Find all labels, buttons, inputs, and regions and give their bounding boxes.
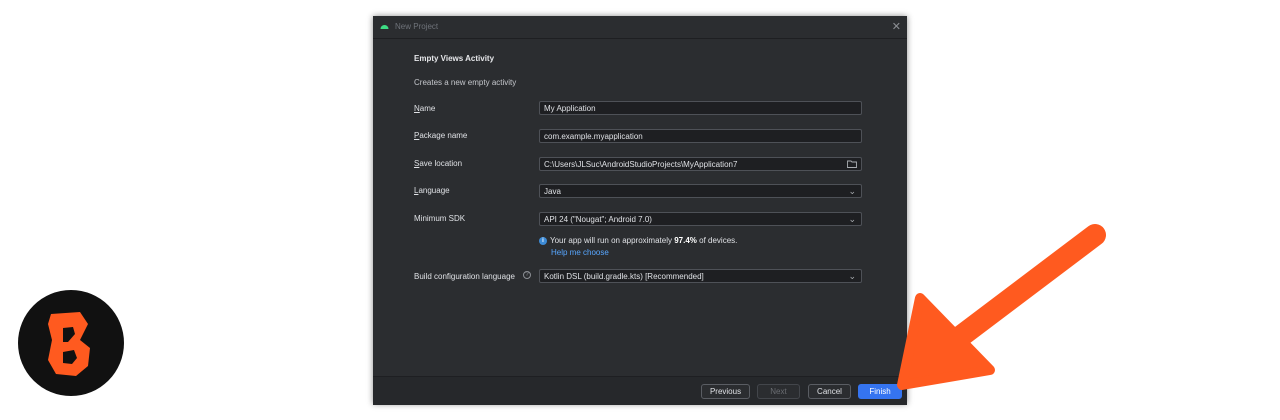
android-studio-icon [380, 25, 389, 29]
build-config-select[interactable]: Kotlin DSL (build.gradle.kts) [Recommend… [539, 269, 862, 283]
dialog-titlebar: New Project ✕ [373, 16, 907, 39]
previous-button[interactable]: Previous [701, 384, 750, 399]
package-name-field[interactable]: com.example.myapplication [539, 129, 862, 143]
chevron-down-icon: ⌄ [848, 271, 856, 281]
name-label: Name [414, 104, 436, 113]
chevron-down-icon: ⌄ [848, 214, 856, 224]
next-button[interactable]: Next [757, 384, 800, 399]
template-description: Creates a new empty activity [414, 78, 517, 87]
new-project-dialog: New Project ✕ Empty Views Activity Creat… [373, 16, 907, 405]
save-location-field[interactable]: C:\Users\JLSuc\AndroidStudioProjects\MyA… [539, 157, 862, 171]
language-select[interactable]: Java ⌄ [539, 184, 862, 198]
annotation-arrow-icon [897, 224, 1106, 390]
info-icon: i [539, 237, 547, 245]
name-field[interactable]: My Application [539, 101, 862, 115]
package-name-label: Package name [414, 131, 468, 140]
logo-b-icon [48, 312, 90, 376]
minimum-sdk-label: Minimum SDK [414, 214, 466, 223]
help-question-icon[interactable]: ? [523, 271, 531, 279]
language-label: Language [414, 186, 450, 195]
dialog-title: New Project [395, 22, 439, 31]
build-config-label: Build configuration language [414, 272, 515, 281]
brand-logo [18, 290, 124, 396]
save-location-label: Save location [414, 159, 463, 168]
minimum-sdk-select[interactable]: API 24 ("Nougat"; Android 7.0) ⌄ [539, 212, 862, 226]
close-icon[interactable]: ✕ [892, 20, 901, 33]
sdk-coverage-info: Your app will run on approximately 97.4%… [550, 236, 738, 245]
template-heading: Empty Views Activity [414, 54, 495, 63]
dialog-footer: Previous Next Cancel Finish [373, 376, 907, 405]
cancel-button[interactable]: Cancel [808, 384, 851, 399]
chevron-down-icon: ⌄ [848, 186, 856, 196]
help-me-choose-link[interactable]: Help me choose [551, 248, 609, 257]
folder-icon[interactable] [847, 160, 857, 168]
